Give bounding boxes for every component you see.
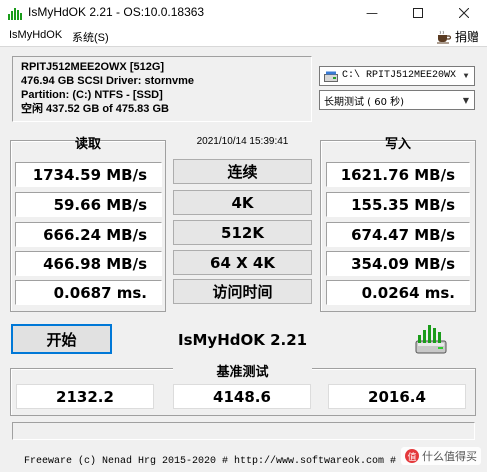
status-bar	[12, 422, 475, 440]
write-seq-value: 1621.76 MB/s	[326, 162, 470, 187]
drive-select[interactable]: C:\ RPITJ512MEE20WX ▼	[319, 66, 475, 86]
disk-meter-icon	[415, 325, 447, 354]
write-access-time-value: 0.0264 ms.	[326, 280, 470, 305]
test-512k-button[interactable]: 512K	[173, 220, 312, 245]
brand-label: IsMyHdOK 2.21	[178, 331, 308, 349]
maximize-button[interactable]	[395, 0, 441, 26]
minimize-button[interactable]: —	[349, 0, 395, 26]
close-button[interactable]	[441, 0, 487, 26]
write-4k-value: 155.35 MB/s	[326, 192, 470, 217]
watermark-badge: 值	[405, 449, 419, 463]
watermark-text: 什么值得买	[422, 450, 477, 463]
drive-partition: Partition: (C:) NTFS - [SSD]	[21, 89, 163, 101]
read-64x4k-value: 466.98 MB/s	[15, 251, 162, 276]
benchmark-total-value: 4148.6	[173, 384, 311, 409]
test-seq-button[interactable]: 连续	[173, 159, 312, 184]
maximize-icon	[413, 8, 423, 18]
test-duration-value: 长期测试 ( 60 秒)	[324, 97, 405, 108]
donate-button[interactable]: 捐赠	[436, 28, 479, 45]
test-timestamp: 2021/10/14 15:39:41	[196, 136, 289, 147]
coffee-cup-icon	[436, 30, 452, 43]
test-duration-select[interactable]: 长期测试 ( 60 秒) ▼	[319, 90, 475, 110]
write-64x4k-value: 354.09 MB/s	[326, 251, 470, 276]
read-access-time-value: 0.0687 ms.	[15, 280, 162, 305]
read-512k-value: 666.24 MB/s	[15, 222, 162, 247]
write-512k-value: 674.47 MB/s	[326, 222, 470, 247]
drive-model: RPITJ512MEE2OWX [512G]	[21, 61, 165, 73]
app-window: IsMyHdOK 2.21 - OS:10.0.18363 — IsMyHdOK…	[0, 0, 487, 472]
drive-info-panel: RPITJ512MEE2OWX [512G] 476.94 GB SCSI Dr…	[12, 56, 312, 122]
menu-bar: IsMyHdOK 系统(S) 捐赠	[0, 26, 487, 46]
menu-system[interactable]: 系统(S)	[72, 29, 109, 45]
chevron-down-icon: ▼	[462, 95, 470, 105]
watermark: 值 什么值得买	[401, 447, 481, 465]
benchmark-label: 基准测试	[173, 361, 312, 380]
drive-free-space: 空闲 437.52 GB of 475.83 GB	[21, 103, 169, 115]
menu-ismyhdok[interactable]: IsMyHdOK	[9, 29, 62, 41]
test-4k-button[interactable]: 4K	[173, 190, 312, 215]
write-title: 写入	[384, 137, 411, 152]
benchmark-write-value: 2016.4	[328, 384, 466, 409]
read-title: 读取	[74, 137, 101, 152]
title-bar[interactable]: IsMyHdOK 2.21 - OS:10.0.18363 —	[0, 0, 487, 26]
benchmark-read-value: 2132.2	[16, 384, 154, 409]
minimize-icon: —	[366, 6, 378, 20]
start-button[interactable]: 开始	[11, 324, 112, 354]
close-icon	[459, 8, 469, 18]
drive-icon	[324, 71, 338, 82]
read-seq-value: 1734.59 MB/s	[15, 162, 162, 187]
drive-select-value: C:\ RPITJ512MEE20WX	[342, 70, 457, 81]
test-64x4k-button[interactable]: 64 X 4K	[173, 250, 312, 275]
chevron-down-icon: ▼	[463, 71, 469, 81]
drive-size-driver: 476.94 GB SCSI Driver: stornvme	[21, 75, 195, 87]
menu-divider	[0, 46, 487, 47]
test-access-time-button[interactable]: 访问时间	[173, 279, 312, 304]
app-disk-icon	[8, 8, 22, 20]
read-4k-value: 59.66 MB/s	[15, 192, 162, 217]
donate-label: 捐赠	[454, 30, 479, 44]
window-title: IsMyHdOK 2.21 - OS:10.0.18363	[28, 5, 205, 19]
